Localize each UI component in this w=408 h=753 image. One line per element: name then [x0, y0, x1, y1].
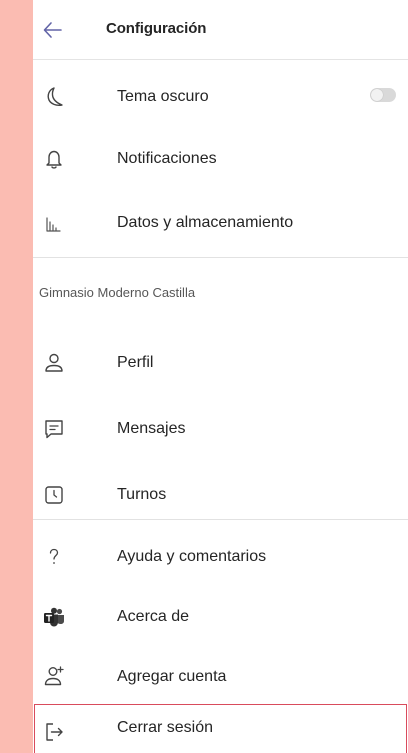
dark-theme-toggle[interactable] [370, 88, 396, 102]
about-row[interactable]: Acerca de [33, 590, 408, 646]
section-divider [33, 257, 408, 258]
help-feedback-label: Ayuda y comentarios [117, 548, 267, 565]
organization-name: Gimnasio Moderno Castilla [39, 285, 196, 300]
sign-out-row[interactable]: Cerrar sesión [34, 704, 407, 753]
profile-label: Perfil [117, 354, 154, 371]
dark-theme-label: Tema oscuro [117, 88, 209, 105]
back-button[interactable] [41, 18, 65, 42]
toggle-knob [371, 89, 383, 101]
add-account-row[interactable]: Agregar cuenta [33, 650, 408, 706]
shifts-label: Turnos [117, 486, 167, 503]
section-divider [33, 519, 408, 520]
messages-label: Mensajes [117, 420, 186, 437]
add-person-icon [41, 664, 67, 690]
about-label: Acerca de [117, 608, 190, 625]
app-header: Configuración [33, 0, 408, 60]
profile-row[interactable]: Perfil [33, 336, 408, 392]
dark-theme-row[interactable]: Tema oscuro [33, 70, 408, 126]
question-icon [41, 544, 67, 570]
notifications-label: Notificaciones [117, 150, 217, 167]
bell-icon [41, 146, 67, 172]
moon-icon [41, 84, 67, 110]
messages-row[interactable]: Mensajes [33, 402, 408, 458]
shifts-row[interactable]: Turnos [33, 468, 408, 524]
settings-screen: Configuración Tema oscuro Notificaciones [33, 0, 408, 753]
bar-chart-icon [41, 210, 67, 236]
teams-logo-icon [41, 604, 67, 630]
add-account-label: Agregar cuenta [117, 668, 227, 685]
data-storage-label: Datos y almacenamiento [117, 214, 294, 231]
person-icon [41, 350, 67, 376]
page-title: Configuración [106, 20, 207, 37]
sign-out-icon [41, 719, 67, 745]
clock-icon [41, 482, 67, 508]
sign-out-label: Cerrar sesión [117, 719, 214, 736]
notifications-row[interactable]: Notificaciones [33, 132, 408, 188]
arrow-left-icon [43, 22, 62, 38]
message-icon [41, 416, 67, 442]
data-storage-row[interactable]: Datos y almacenamiento [33, 196, 408, 252]
help-feedback-row[interactable]: Ayuda y comentarios [33, 530, 408, 586]
